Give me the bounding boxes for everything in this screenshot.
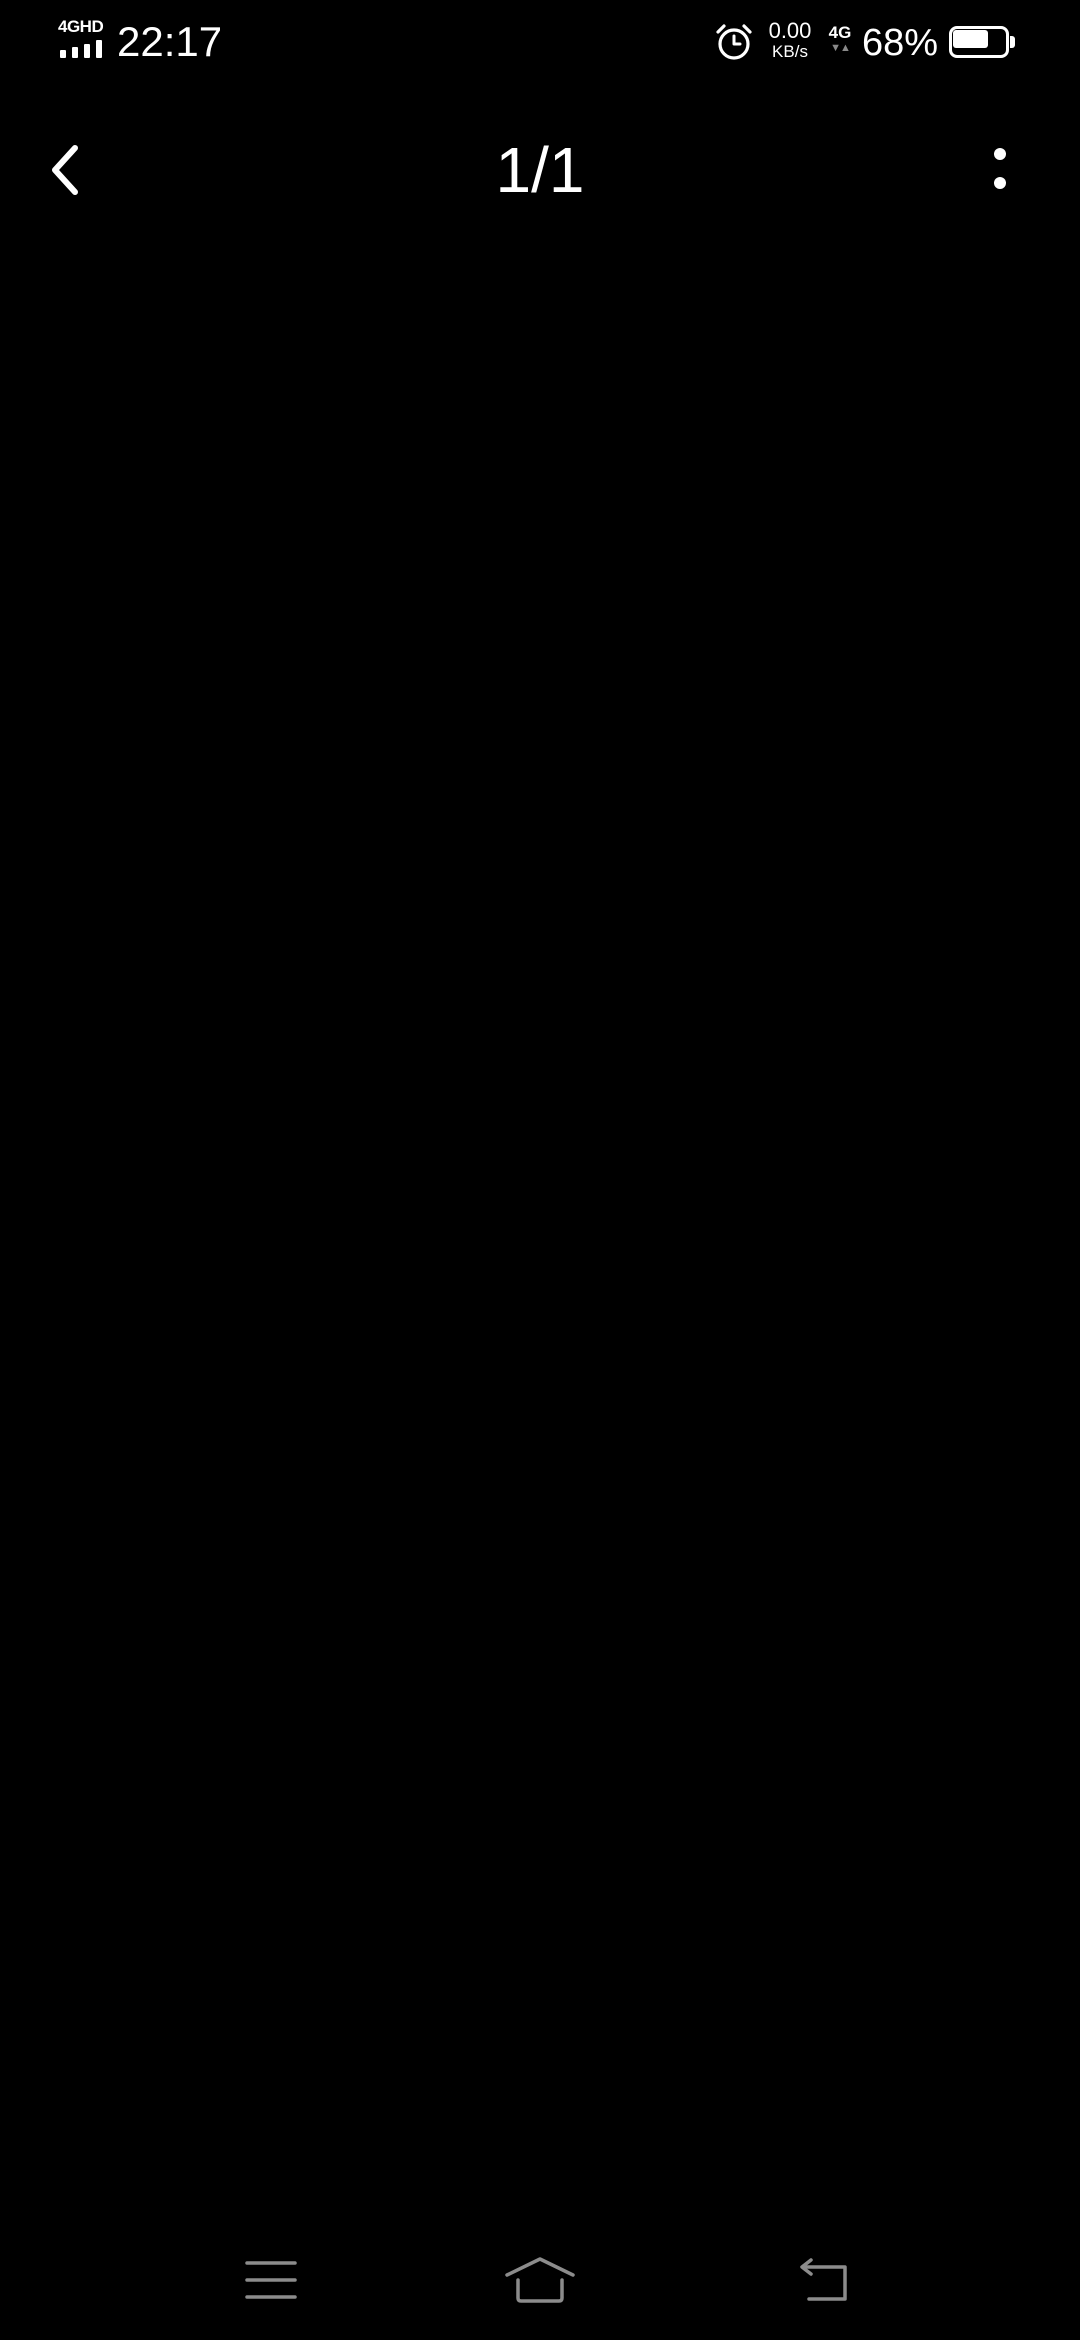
battery-percentage: 68% <box>862 22 939 64</box>
system-navigation-bar <box>0 2220 1080 2340</box>
mobile-data-label: 4G <box>828 23 852 42</box>
back-arrow-icon <box>800 2258 847 2301</box>
recent-apps-button[interactable] <box>211 2240 331 2320</box>
network-type-label: 4GHD <box>58 17 104 36</box>
system-back-button[interactable] <box>763 2240 883 2320</box>
more-vertical-icon <box>994 148 1006 189</box>
home-button[interactable] <box>480 2240 600 2320</box>
data-activity-icon: ▼▲ <box>830 42 851 54</box>
mobile-data-indicator: 4G ▼▲ <box>826 24 854 54</box>
alarm-clock-icon <box>716 24 752 60</box>
chevron-left-icon <box>52 145 78 195</box>
more-options-button[interactable] <box>965 130 1035 210</box>
network-speed: 0.00 KB/s <box>760 18 820 61</box>
menu-icon <box>245 2261 297 2299</box>
page-counter: 1/1 <box>495 134 585 206</box>
battery-icon <box>949 26 1015 58</box>
signal-strength-icon <box>60 40 108 58</box>
status-bar: 4GHD 22:17 0.00 KB/s 4G ▼▲ 68% <box>0 0 1080 84</box>
back-button[interactable] <box>30 130 100 210</box>
viewer-toolbar: 1/1 <box>0 110 1080 230</box>
image-viewer-area[interactable] <box>0 230 1080 2220</box>
home-icon <box>505 2257 575 2303</box>
network-speed-value: 0.00 <box>768 18 812 43</box>
cellular-signal: 4GHD <box>58 18 108 60</box>
network-speed-unit: KB/s <box>772 42 808 61</box>
status-time: 22:17 <box>117 18 223 65</box>
